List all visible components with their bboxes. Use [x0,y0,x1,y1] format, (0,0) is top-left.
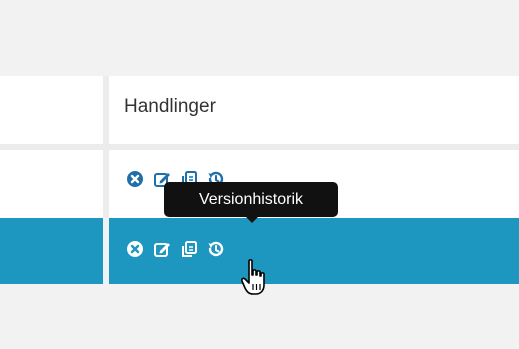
delete-icon[interactable] [125,239,145,259]
version-history-tooltip: Versionhistorik [164,182,338,217]
edit-icon[interactable] [152,239,172,259]
tooltip-arrow [245,216,259,223]
column-separator [103,218,109,284]
copy-icon[interactable] [179,239,199,259]
history-icon[interactable] [206,239,226,259]
delete-icon[interactable] [125,169,145,189]
hand-cursor-icon [240,259,265,295]
column-separator [103,76,109,144]
column-separator [103,150,109,218]
row-actions [125,239,233,259]
table-header-row [0,76,519,144]
actions-column-header: Handlinger [124,96,216,117]
toolbar-area [0,0,519,76]
